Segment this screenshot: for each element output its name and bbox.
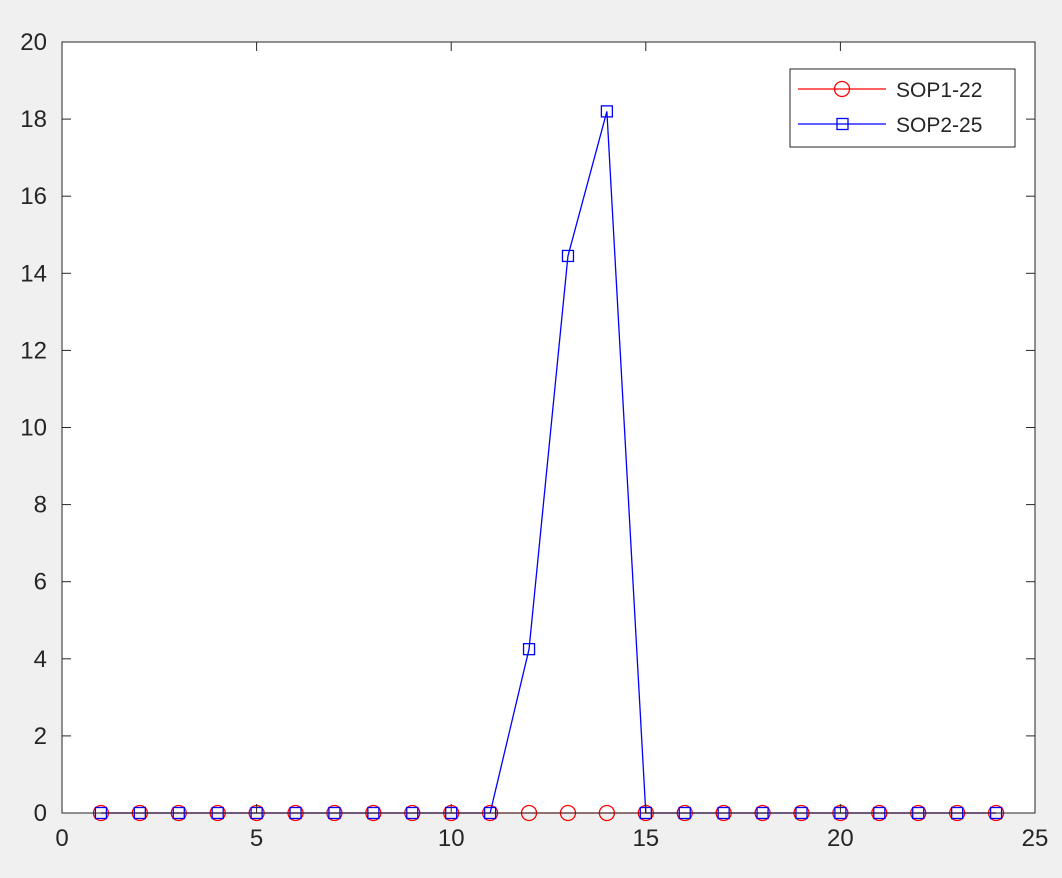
- legend-label-1: SOP2-25: [896, 114, 982, 137]
- x-tick-label: 5: [250, 825, 263, 852]
- y-tick-label: 18: [20, 106, 47, 133]
- x-tick-label: 25: [1022, 825, 1049, 852]
- legend[interactable]: SOP1-22 SOP2-25: [789, 68, 1016, 148]
- x-tick-label: 15: [632, 825, 659, 852]
- y-tick-label: 14: [20, 260, 47, 287]
- y-tick-label: 4: [34, 646, 47, 673]
- y-tick-label: 2: [34, 723, 47, 750]
- y-tick-label: 20: [20, 29, 47, 56]
- figure-window: 0 5 10 15 20 25 0 2 4 6 8 10 12 14 16 18 20 SOP1-22 SOP2-…: [0, 0, 1062, 873]
- axes-background: [62, 42, 1035, 813]
- x-tick-label: 0: [55, 825, 68, 852]
- line-chart: 0 5 10 15 20 25 0 2 4 6 8 10 12 14 16 18 20 SOP1-22 SOP2-…: [20, 29, 1049, 852]
- x-tick-label: 20: [827, 825, 854, 852]
- y-tick-label: 16: [20, 183, 47, 210]
- y-tick-label: 6: [34, 569, 47, 596]
- y-tick-label: 10: [20, 415, 47, 442]
- y-tick-label: 12: [20, 337, 47, 364]
- x-tick-label: 10: [438, 825, 465, 852]
- legend-label-0: SOP1-22: [896, 79, 982, 102]
- y-tick-label: 8: [34, 492, 47, 519]
- y-tick-label: 0: [34, 800, 47, 827]
